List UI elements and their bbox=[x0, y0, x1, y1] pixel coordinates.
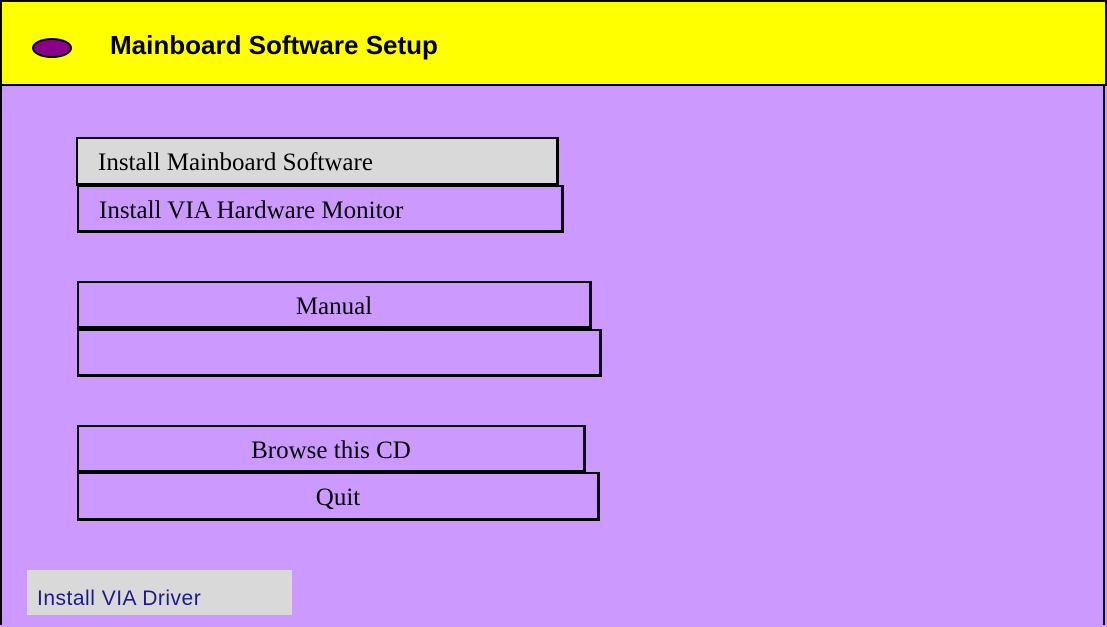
page-title: Mainboard Software Setup bbox=[110, 30, 438, 60]
manual-button[interactable]: Manual bbox=[77, 281, 592, 329]
install-mainboard-software-button[interactable]: Install Mainboard Software bbox=[76, 137, 559, 186]
blank-menu-button[interactable] bbox=[77, 329, 602, 377]
browse-cd-button[interactable]: Browse this CD bbox=[77, 425, 586, 473]
purple-oval-icon bbox=[32, 38, 72, 58]
quit-button[interactable]: Quit bbox=[77, 472, 600, 521]
title-bar: Mainboard Software Setup bbox=[0, 0, 1107, 86]
install-via-hardware-monitor-button[interactable]: Install VIA Hardware Monitor bbox=[77, 185, 564, 233]
install-via-driver-button[interactable]: Install VIA Driver bbox=[27, 570, 292, 615]
